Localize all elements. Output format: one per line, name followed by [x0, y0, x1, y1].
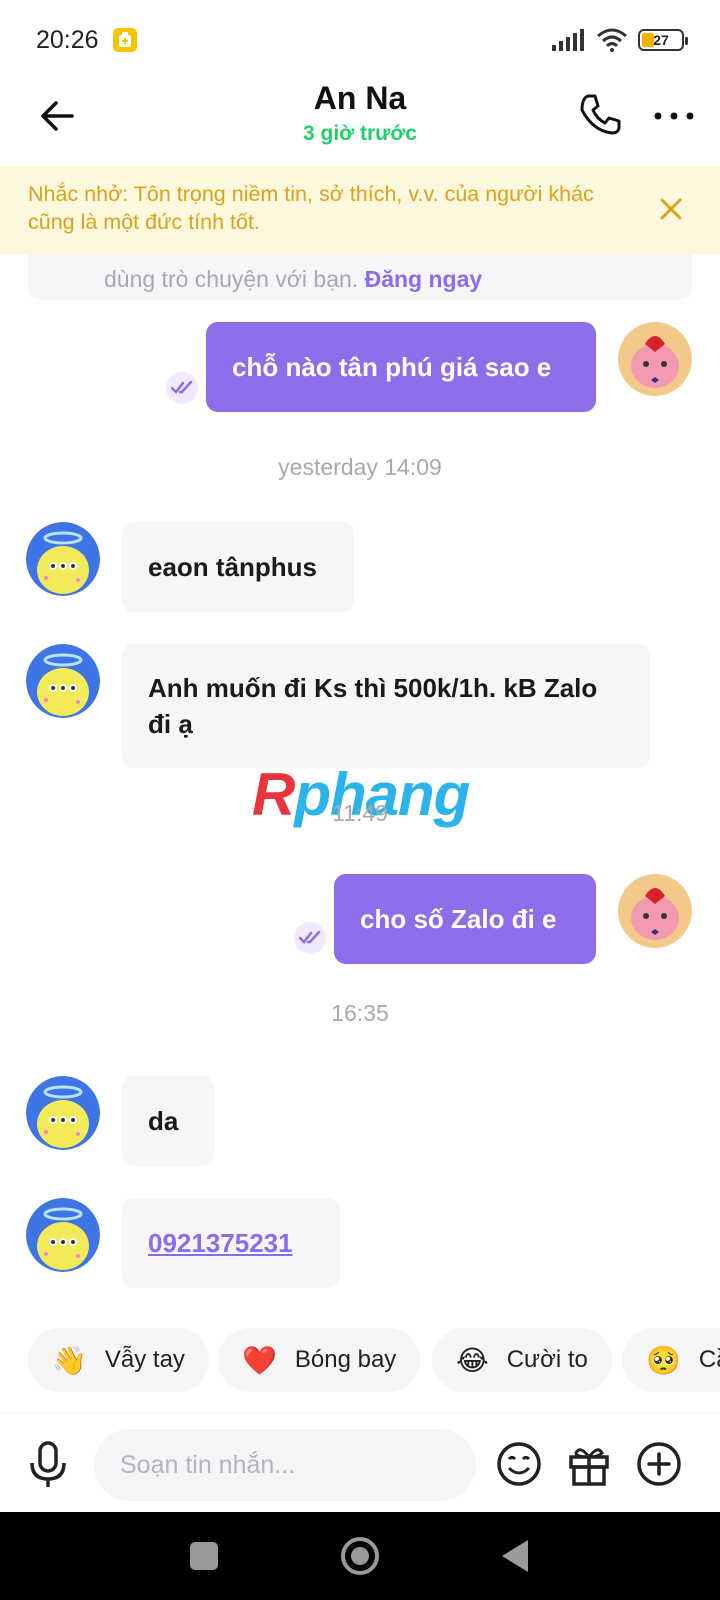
chip-label: Cầ: [698, 1346, 720, 1373]
read-receipt-icon: [166, 372, 198, 404]
post-now-link[interactable]: Đăng ngay: [365, 266, 483, 292]
gift-icon[interactable]: [566, 1441, 612, 1487]
quick-reply-wave[interactable]: 👋 Vẫy tay: [28, 1328, 209, 1392]
battery-icon: 27: [638, 29, 688, 51]
read-receipt-icon: [294, 922, 326, 954]
phone-number-link[interactable]: 0921375231: [148, 1228, 293, 1259]
message-bubble-incoming[interactable]: Anh muốn đi Ks thì 500k/1h. kB Zalo đi ạ: [122, 644, 650, 768]
chip-label: Vẫy tay: [104, 1346, 185, 1373]
microphone-icon[interactable]: [26, 1441, 70, 1489]
message-bubble-incoming[interactable]: eaon tânphus: [122, 522, 354, 612]
quick-reply-row[interactable]: 👋 Vẫy tay ❤️ Bóng bay 😂 Cười to 🥺 Cầ: [0, 1328, 720, 1394]
recent-apps-icon[interactable]: [190, 1542, 218, 1570]
emoji-icon[interactable]: [496, 1441, 542, 1487]
status-time: 20:26: [36, 25, 99, 54]
message-text: cho số Zalo đi e: [360, 903, 557, 934]
phone-icon[interactable]: [578, 92, 622, 136]
contact-avatar[interactable]: [26, 644, 100, 718]
message-bubble-incoming[interactable]: da: [122, 1076, 214, 1166]
system-card: dùng trò chuyện với bạn. Đăng ngay: [28, 254, 692, 300]
timestamp: 11:49: [332, 800, 388, 826]
close-icon[interactable]: [658, 196, 684, 222]
message-text: eaon tânphus: [148, 551, 318, 582]
plus-circle-icon[interactable]: [636, 1441, 682, 1487]
contact-avatar[interactable]: [26, 1076, 100, 1150]
home-icon[interactable]: [340, 1536, 380, 1576]
my-avatar[interactable]: [618, 322, 692, 396]
wave-emoji-icon: 👋: [52, 1344, 87, 1376]
message-text: Anh muốn đi Ks thì 500k/1h. kB Zalo đi ạ: [148, 673, 598, 739]
contact-avatar[interactable]: [26, 1198, 100, 1272]
quick-reply-plead[interactable]: 🥺 Cầ: [622, 1328, 720, 1392]
status-bar: 20:26 27: [0, 0, 720, 80]
laugh-emoji-icon: 😂: [456, 1344, 489, 1376]
my-avatar[interactable]: [618, 874, 692, 948]
status-left: 20:26: [36, 26, 137, 55]
message-input[interactable]: [94, 1429, 476, 1501]
message-bubble-outgoing[interactable]: cho số Zalo đi e: [334, 874, 596, 964]
notification-icon: [112, 28, 137, 52]
message-bubble-incoming[interactable]: 0921375231: [122, 1198, 340, 1288]
pleading-emoji-icon: 🥺: [646, 1344, 681, 1376]
quick-reply-balloon[interactable]: ❤️ Bóng bay: [218, 1328, 421, 1392]
timestamp: 16:35: [331, 1000, 389, 1026]
more-options-icon[interactable]: [652, 94, 696, 138]
quick-reply-laugh[interactable]: 😂 Cười to: [432, 1328, 612, 1392]
contact-avatar[interactable]: [26, 522, 100, 596]
message-text: da: [148, 1105, 179, 1136]
chip-label: Cười to: [506, 1346, 588, 1373]
reminder-banner: Nhắc nhở: Tôn trọng niềm tin, sở thích, …: [0, 166, 720, 254]
heart-emoji-icon: ❤️: [242, 1344, 277, 1376]
message-list[interactable]: dùng trò chuyện với bạn. Đăng ngay chỗ n…: [0, 254, 720, 1326]
timestamp: yesterday 14:09: [278, 454, 442, 480]
system-card-text: dùng trò chuyện với bạn.: [104, 266, 359, 292]
system-navigation-bar: [0, 1512, 720, 1600]
wifi-icon: [597, 28, 627, 52]
back-triangle-icon[interactable]: [500, 1538, 530, 1574]
status-right: 27: [552, 28, 688, 52]
signal-icon: [552, 29, 584, 51]
reminder-text: Nhắc nhở: Tôn trọng niềm tin, sở thích, …: [28, 182, 594, 234]
message-bubble-outgoing[interactable]: chỗ nào tân phú giá sao e: [206, 322, 596, 412]
chip-label: Bóng bay: [294, 1346, 397, 1373]
message-text: chỗ nào tân phú giá sao e: [232, 351, 552, 382]
chat-header: An Na 3 giờ trước: [0, 80, 720, 164]
message-composer: [0, 1412, 720, 1512]
battery-level: 27: [653, 32, 669, 48]
